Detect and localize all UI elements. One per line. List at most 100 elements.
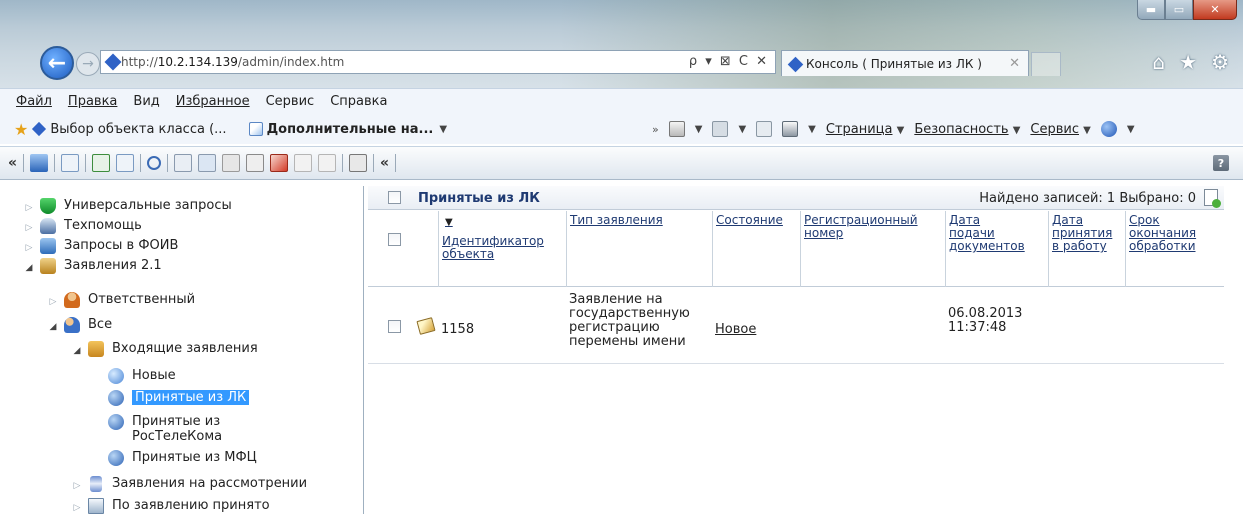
expand-icon[interactable]: ▷: [70, 476, 84, 494]
settings-icon[interactable]: [30, 154, 49, 172]
address-tools[interactable]: ρ ▾ ⊠ C ✕: [689, 54, 769, 69]
menu-file[interactable]: Файл: [14, 94, 54, 109]
column-header-type[interactable]: Тип заявления: [566, 211, 712, 287]
tree-item-universal-requests[interactable]: ▷ Универсальные запросы: [22, 198, 232, 216]
help-circle-icon[interactable]: [1100, 121, 1117, 137]
favorites-add-icon[interactable]: ★: [14, 120, 28, 139]
export-icon[interactable]: [1204, 189, 1221, 208]
select-all-checkbox[interactable]: [388, 191, 401, 204]
tree-item-tech-support[interactable]: ▷ Техпомощь: [22, 218, 142, 236]
grid-title-row: Принятые из ЛК Найдено записей: 1 Выбран…: [368, 186, 1224, 210]
link-icon[interactable]: [294, 154, 313, 172]
column-header-id[interactable]: ▼ Идентификатор объекта: [438, 211, 566, 287]
app-toolbar: « « ?: [0, 146, 1243, 180]
new-document-icon[interactable]: [61, 154, 80, 172]
globe-icon: [108, 368, 124, 384]
tab-close-icon[interactable]: ✕: [1009, 56, 1020, 71]
archive-icon[interactable]: [222, 154, 241, 172]
unlink-icon[interactable]: [318, 154, 337, 172]
expand-icon[interactable]: ▷: [70, 498, 84, 514]
favorites-star-icon[interactable]: ★: [1179, 50, 1197, 74]
close-window-button[interactable]: ✕: [1193, 0, 1237, 20]
tree-label: Заявления на рассмотрении: [112, 476, 308, 491]
print-doc-icon[interactable]: [349, 154, 368, 172]
tools-icon: [40, 258, 56, 274]
menu-edit[interactable]: Правка: [66, 94, 119, 109]
home-icon[interactable]: ⌂: [1152, 50, 1165, 74]
tree-item-accepted-rostelecom[interactable]: Принятые из РосТелеКома: [104, 414, 252, 444]
settings-gear-icon[interactable]: ⚙: [1211, 50, 1229, 74]
tree-item-decision-made[interactable]: ▷ По заявлению принято: [70, 498, 270, 514]
feeds-dropdown-icon[interactable]: ▼: [738, 124, 746, 135]
collapse-panel-button[interactable]: «: [8, 155, 17, 171]
help-dropdown-icon[interactable]: ▼: [1127, 124, 1135, 135]
page-menu[interactable]: Страница ▼: [826, 122, 904, 137]
edit-icon[interactable]: [116, 154, 135, 172]
home-cmd-icon[interactable]: [668, 121, 685, 137]
print-dropdown-icon[interactable]: ▼: [808, 124, 816, 135]
collapse-icon[interactable]: ◢: [46, 317, 60, 335]
address-bar[interactable]: http://10.2.134.139/admin/index.htm ρ ▾ …: [100, 50, 776, 74]
chevron-more-icon[interactable]: »: [652, 123, 659, 136]
expand-icon[interactable]: ▷: [22, 198, 36, 216]
refresh-icon[interactable]: [92, 154, 111, 172]
favorite-dropdown-icon[interactable]: ▼: [439, 124, 447, 135]
new-tab-button[interactable]: [1031, 52, 1061, 76]
security-menu[interactable]: Безопасность ▼: [914, 122, 1020, 137]
tree-item-accepted-lk[interactable]: Принятые из ЛК: [104, 390, 250, 406]
tree-item-new[interactable]: Новые: [104, 368, 176, 384]
search-icon[interactable]: [147, 156, 162, 170]
column-header-deadline[interactable]: Срок окончания обработки: [1125, 211, 1224, 287]
header-checkbox[interactable]: [388, 233, 401, 246]
expand-icon[interactable]: ▷: [22, 218, 36, 236]
tree-item-incoming[interactable]: ◢ Входящие заявления: [70, 341, 258, 359]
column-header-reg-number[interactable]: Регистрационный номер: [800, 211, 945, 287]
collapse-toolbar-button[interactable]: «: [380, 155, 389, 171]
tree-item-under-review[interactable]: ▷ Заявления на рассмотрении: [70, 476, 307, 494]
service-menu[interactable]: Сервис ▼: [1030, 122, 1090, 137]
minimize-button[interactable]: ▬: [1137, 0, 1165, 20]
forward-button[interactable]: →: [76, 52, 100, 76]
favorite-link-object-class[interactable]: Выбор объекта класса (...: [50, 122, 226, 137]
expand-icon[interactable]: ▷: [22, 238, 36, 256]
tree-item-all[interactable]: ◢ Все: [46, 317, 112, 335]
maximize-button[interactable]: ▭: [1165, 0, 1193, 20]
cell-status[interactable]: Новое: [712, 320, 759, 337]
menu-view[interactable]: Вид: [131, 94, 161, 109]
globe-icon: [108, 450, 124, 466]
help-button[interactable]: ?: [1213, 155, 1229, 171]
browser-titlebar: ▬ ▭ ✕ ← → http://10.2.134.139/admin/inde…: [0, 0, 1243, 88]
column-header-accept-date[interactable]: Дата принятия в работу: [1048, 211, 1125, 287]
menu-favorites[interactable]: Избранное: [174, 94, 252, 109]
import-icon[interactable]: [198, 154, 217, 172]
menu-tools[interactable]: Сервис: [264, 94, 317, 109]
cell-submit-date: 06.08.2013 11:37:48: [948, 306, 1023, 335]
column-header-status[interactable]: Состояние: [712, 211, 800, 287]
back-button[interactable]: ←: [40, 46, 74, 80]
collapse-icon[interactable]: ◢: [22, 258, 36, 276]
feeds-icon[interactable]: [712, 121, 729, 137]
row-checkbox[interactable]: [388, 320, 401, 333]
home-dropdown-icon[interactable]: ▼: [695, 124, 703, 135]
expand-icon[interactable]: ▷: [46, 292, 60, 310]
mail-icon[interactable]: [756, 121, 773, 137]
copy-icon[interactable]: [174, 154, 193, 172]
tree-item-foiv-requests[interactable]: ▷ Запросы в ФОИВ: [22, 238, 178, 256]
delete-icon[interactable]: [270, 154, 289, 172]
collapse-icon[interactable]: ◢: [70, 341, 84, 359]
print-icon[interactable]: [782, 121, 799, 137]
tab-console[interactable]: Консоль ( Принятые из ЛК ) ✕: [781, 50, 1029, 76]
favorite-link-additional[interactable]: Дополнительные на...: [267, 122, 434, 137]
properties-icon[interactable]: [246, 154, 265, 172]
tree-item-accepted-mfc[interactable]: Принятые из МФЦ: [104, 450, 257, 466]
car-icon: [40, 218, 56, 234]
table-row[interactable]: 1158 Заявление на государственную регист…: [368, 290, 1224, 364]
toolbar-separator: [85, 154, 87, 172]
cell-accept-date: [1048, 320, 1054, 323]
column-header-submit-date[interactable]: Дата подачи документов: [945, 211, 1048, 287]
tree-item-applications-2-1[interactable]: ◢ Заявления 2.1: [22, 258, 162, 276]
toolbar-separator: [167, 154, 169, 172]
note-icon[interactable]: [416, 317, 436, 335]
menu-help[interactable]: Справка: [328, 94, 389, 109]
tree-item-responsible[interactable]: ▷ Ответственный: [46, 292, 195, 310]
